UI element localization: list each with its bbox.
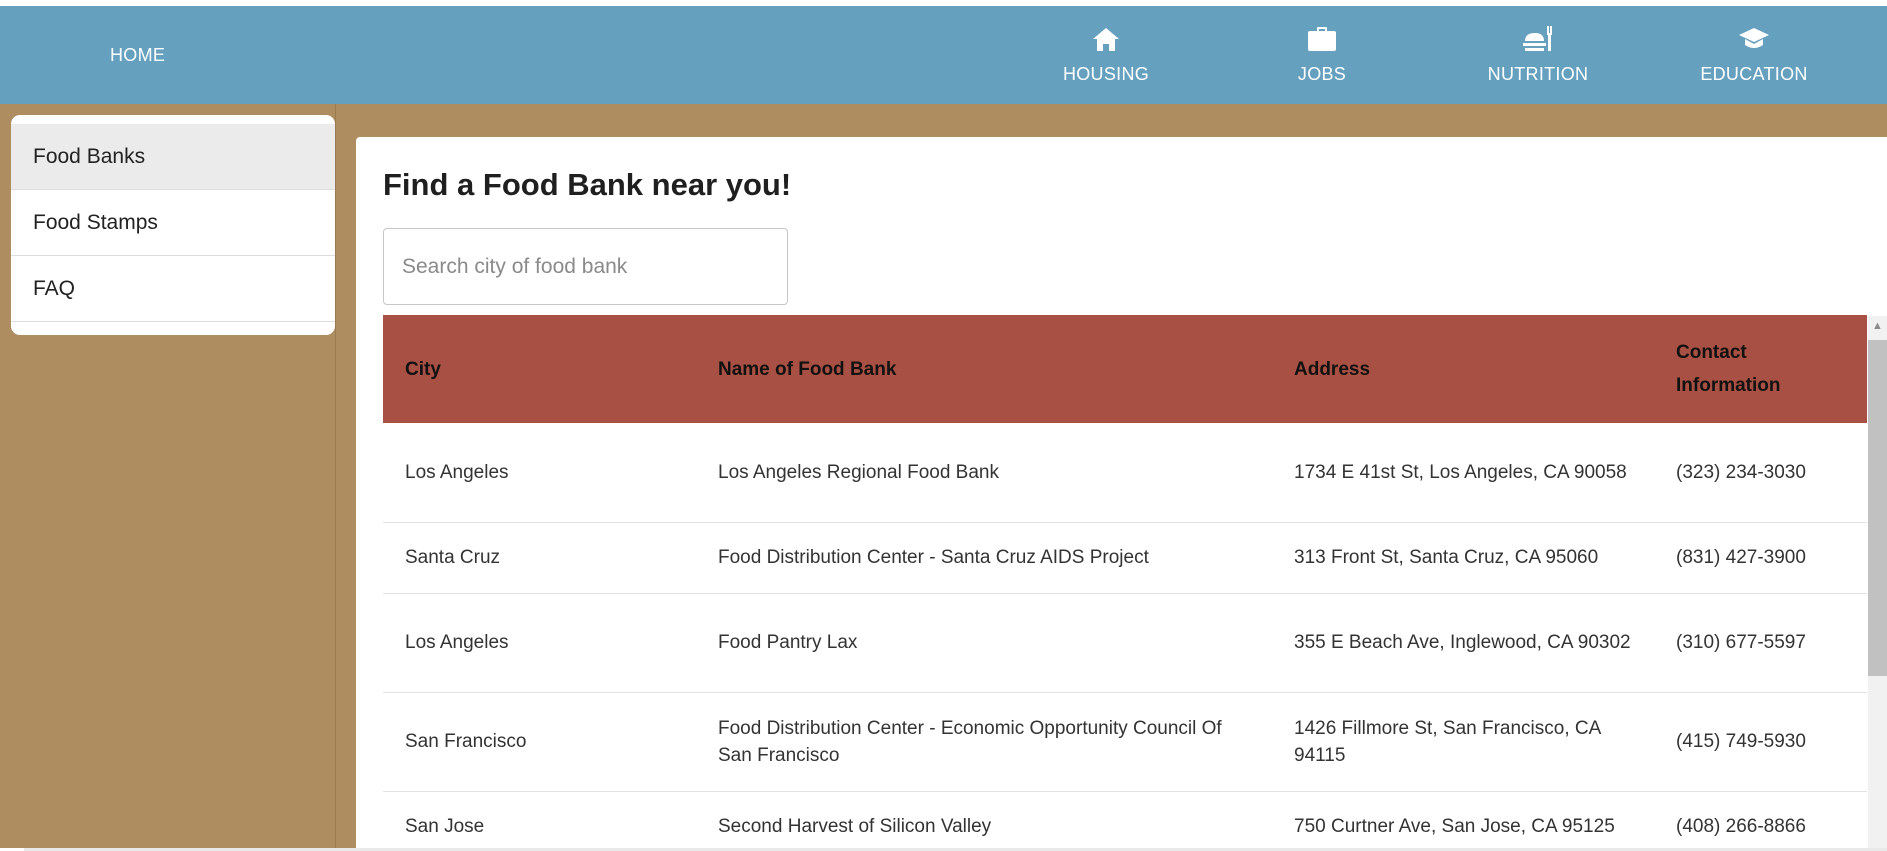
header-name[interactable]: Name of Food Bank	[696, 315, 1272, 423]
cell-city: Los Angeles	[383, 593, 696, 693]
cell-address: 1734 E 41st St, Los Angeles, CA 90058	[1272, 423, 1654, 523]
nav-housing-label: HOUSING	[1062, 64, 1150, 84]
house-icon	[1089, 22, 1123, 56]
table-row: Santa Cruz Food Distribution Center - Sa…	[383, 522, 1867, 594]
nav-home-link[interactable]: HOME	[110, 45, 165, 66]
cell-city: Santa Cruz	[383, 522, 696, 594]
nav-jobs-label: JOBS	[1297, 64, 1347, 84]
graduation-cap-icon	[1737, 22, 1771, 56]
cell-name: Los Angeles Regional Food Bank	[696, 423, 1272, 523]
cell-name: Second Harvest of Silicon Valley	[696, 791, 1272, 848]
cell-contact: (415) 749-5930	[1654, 692, 1867, 792]
nav-education[interactable]: EDUCATION	[1679, 22, 1829, 94]
sidebar-divider	[335, 104, 336, 848]
cell-address: 1426 Fillmore St, San Francisco, CA 9411…	[1272, 692, 1654, 792]
cell-contact: (831) 427-3900	[1654, 522, 1867, 594]
sidebar-menu: Food Banks Food Stamps FAQ	[11, 115, 335, 335]
table-header-row: City Name of Food Bank Address Contact I…	[383, 315, 1867, 423]
sidebar-item-food-stamps[interactable]: Food Stamps	[11, 190, 335, 256]
cell-name: Food Pantry Lax	[696, 593, 1272, 693]
scroll-up-arrow-icon[interactable]: ▲	[1868, 316, 1887, 336]
cell-city: Los Angeles	[383, 423, 696, 523]
cell-address: 750 Curtner Ave, San Jose, CA 95125	[1272, 791, 1654, 848]
cell-city: San Francisco	[383, 692, 696, 792]
header-contact[interactable]: Contact Information	[1654, 315, 1867, 423]
briefcase-icon	[1305, 22, 1339, 56]
nav-nutrition[interactable]: NUTRITION	[1463, 22, 1613, 94]
table-row: San Jose Second Harvest of Silicon Valle…	[383, 791, 1867, 848]
cell-contact: (323) 234-3030	[1654, 423, 1867, 523]
search-input[interactable]	[383, 228, 788, 305]
sidebar-item-food-banks[interactable]: Food Banks	[11, 124, 335, 190]
nav-housing[interactable]: HOUSING	[1031, 22, 1181, 94]
sidebar-item-faq[interactable]: FAQ	[11, 256, 335, 322]
fork-plate-icon	[1521, 22, 1555, 56]
food-bank-table-container: City Name of Food Bank Address Contact I…	[383, 315, 1867, 848]
table-scrollbar-thumb[interactable]	[1868, 340, 1887, 676]
top-navbar: HOME HOUSING JOBS NUTRITION EDUCATION	[0, 6, 1887, 104]
main-panel: Find a Food Bank near you! City Name of …	[356, 137, 1887, 848]
page-title: Find a Food Bank near you!	[383, 167, 792, 202]
header-city[interactable]: City	[383, 315, 696, 423]
nav-jobs[interactable]: JOBS	[1247, 22, 1397, 94]
table-row: Los Angeles Food Pantry Lax 355 E Beach …	[383, 593, 1867, 693]
cell-name: Food Distribution Center - Economic Oppo…	[696, 692, 1272, 792]
table-row: Los Angeles Los Angeles Regional Food Ba…	[383, 423, 1867, 523]
header-address[interactable]: Address	[1272, 315, 1654, 423]
cell-city: San Jose	[383, 791, 696, 848]
cell-name: Food Distribution Center - Santa Cruz AI…	[696, 522, 1272, 594]
cell-address: 355 E Beach Ave, Inglewood, CA 90302	[1272, 593, 1654, 693]
nav-education-label: EDUCATION	[1700, 64, 1808, 84]
table-row: San Francisco Food Distribution Center -…	[383, 692, 1867, 792]
cell-contact: (408) 266-8866	[1654, 791, 1867, 848]
cell-contact: (310) 677-5597	[1654, 593, 1867, 693]
food-bank-table: City Name of Food Bank Address Contact I…	[383, 315, 1867, 848]
nav-nutrition-label: NUTRITION	[1487, 64, 1589, 84]
cell-address: 313 Front St, Santa Cruz, CA 95060	[1272, 522, 1654, 594]
